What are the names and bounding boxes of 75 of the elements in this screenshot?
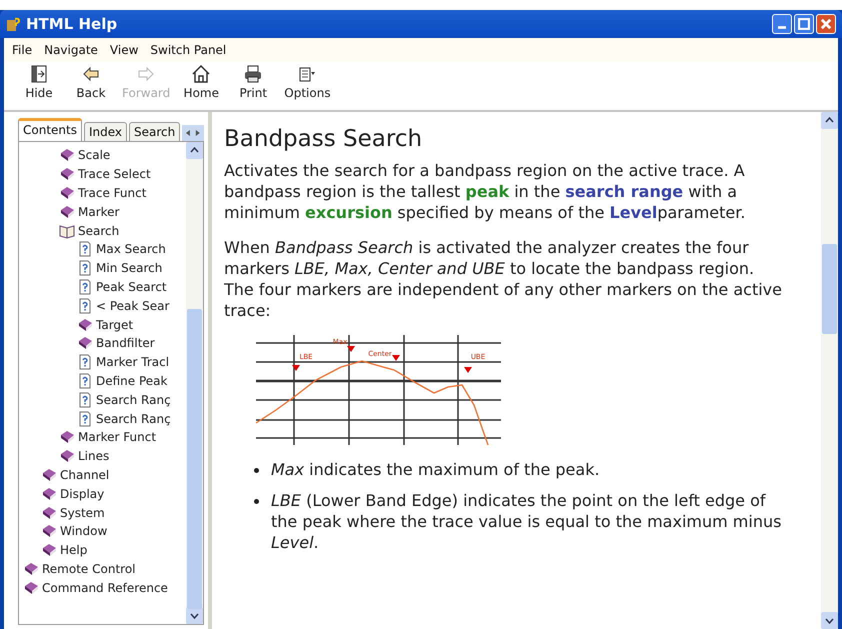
scroll-thumb[interactable] <box>187 309 202 609</box>
scroll-down-icon[interactable] <box>821 612 838 629</box>
tree-scrollbar[interactable] <box>186 142 203 624</box>
toolbar-button[interactable]: Hide <box>14 64 64 108</box>
tree-item[interactable]: Lines <box>19 446 186 466</box>
scroll-thumb[interactable] <box>822 244 837 334</box>
help-page-icon <box>77 410 93 427</box>
marker-triangle-icon <box>347 346 355 352</box>
glossary-link[interactable]: excursion <box>305 203 392 222</box>
help-page-icon <box>77 278 93 295</box>
menu-item[interactable]: View <box>106 43 142 57</box>
tree-item[interactable]: Help <box>19 540 186 560</box>
paragraph: When Bandpass Search is activated the analyzer creates the four markers LBE, Max, Center and UBE to locate the bandpass region. The four markers are independent of any other markers on the active trace: <box>224 237 783 321</box>
tree-item[interactable]: Search <box>19 221 186 240</box>
scroll-up-icon[interactable] <box>186 142 203 159</box>
tree-item[interactable]: Marker <box>19 202 186 222</box>
tree-item[interactable]: Search Ranç <box>19 409 186 428</box>
scroll-up-icon[interactable] <box>821 112 838 129</box>
menu-item[interactable]: Navigate <box>40 43 102 57</box>
bullet-item: Max indicates the maximum of the peak. <box>254 459 784 480</box>
tree-item[interactable]: System <box>19 503 186 522</box>
help-page-icon <box>77 392 93 408</box>
tab-scroll-arrows-icon[interactable] <box>182 125 204 141</box>
tree-item[interactable]: Bandfilter <box>19 334 186 353</box>
tree-item[interactable]: Display <box>19 484 186 504</box>
tree-item[interactable]: Window <box>19 522 186 541</box>
help-book-icon <box>6 16 22 32</box>
tree-item[interactable]: Define Peak <box>19 372 186 390</box>
back-arrow-icon <box>81 64 101 84</box>
close-icon <box>819 17 833 31</box>
tree-item[interactable]: Remote Control <box>19 560 186 578</box>
maximize-icon <box>797 17 811 31</box>
help-page-icon <box>77 354 93 370</box>
tree-item[interactable]: Scale <box>19 146 186 165</box>
toolbar-button[interactable]: Options <box>280 64 335 108</box>
bullet-item: LBE (Lower Band Edge) indicates the point on the left edge of the peak where the trace value is equal to the maximum minus Level. <box>254 490 784 553</box>
help-page-icon <box>77 372 93 389</box>
menu-item[interactable]: File <box>8 43 36 57</box>
help-page-icon <box>77 298 93 314</box>
close-button[interactable] <box>816 14 836 34</box>
marker-triangle-icon <box>392 355 400 361</box>
content-scrollbar[interactable] <box>821 112 838 629</box>
tree-item[interactable]: Peak Searct <box>19 278 186 296</box>
toolbar-button[interactable]: Print <box>228 64 278 108</box>
toolbar-button[interactable]: Home <box>176 64 226 108</box>
toolbar-button[interactable]: Back <box>66 64 116 108</box>
tab[interactable]: Contents <box>18 118 82 141</box>
tree-item[interactable]: Channel <box>19 466 186 484</box>
tree-item[interactable]: Command Reference <box>19 578 186 598</box>
paragraph: Activates the search for a bandpass region on the active trace. A bandpass region is the tallest peak in the search range with a minimum excursion specified by means of the Levelparameter. <box>224 160 746 223</box>
tree-item[interactable]: Min Search <box>19 258 186 278</box>
marker-triangle-icon <box>464 367 472 373</box>
tree-item[interactable]: Search Ranç <box>19 390 186 410</box>
window-title: HTML Help <box>26 15 118 33</box>
glossary-link[interactable]: peak <box>465 182 510 201</box>
tab[interactable]: Index <box>84 122 128 141</box>
tree-item[interactable]: Max Search <box>19 240 186 259</box>
maximize-button[interactable] <box>794 14 814 34</box>
scroll-down-icon[interactable] <box>186 607 203 624</box>
tree-item[interactable]: Target <box>19 315 186 334</box>
menu-item[interactable]: Switch Panel <box>146 43 230 57</box>
help-page-icon <box>77 241 93 258</box>
help-page-icon <box>77 260 93 276</box>
tab[interactable]: Search <box>129 122 180 141</box>
minimize-button[interactable] <box>772 14 792 34</box>
marker-triangle-icon <box>292 365 300 371</box>
tree-item[interactable]: Trace Funct <box>19 184 186 202</box>
tree-item[interactable]: Trace Select <box>19 164 186 184</box>
article-heading: Bandpass Search <box>224 126 424 152</box>
tree-item[interactable]: < Peak Sear <box>19 296 186 316</box>
tree-item[interactable]: Marker Funct <box>19 428 186 447</box>
link[interactable]: search range <box>565 182 684 201</box>
link[interactable]: Level <box>610 203 658 222</box>
minimize-icon <box>778 26 786 29</box>
tree-item[interactable]: Marker Tracl <box>19 352 186 372</box>
